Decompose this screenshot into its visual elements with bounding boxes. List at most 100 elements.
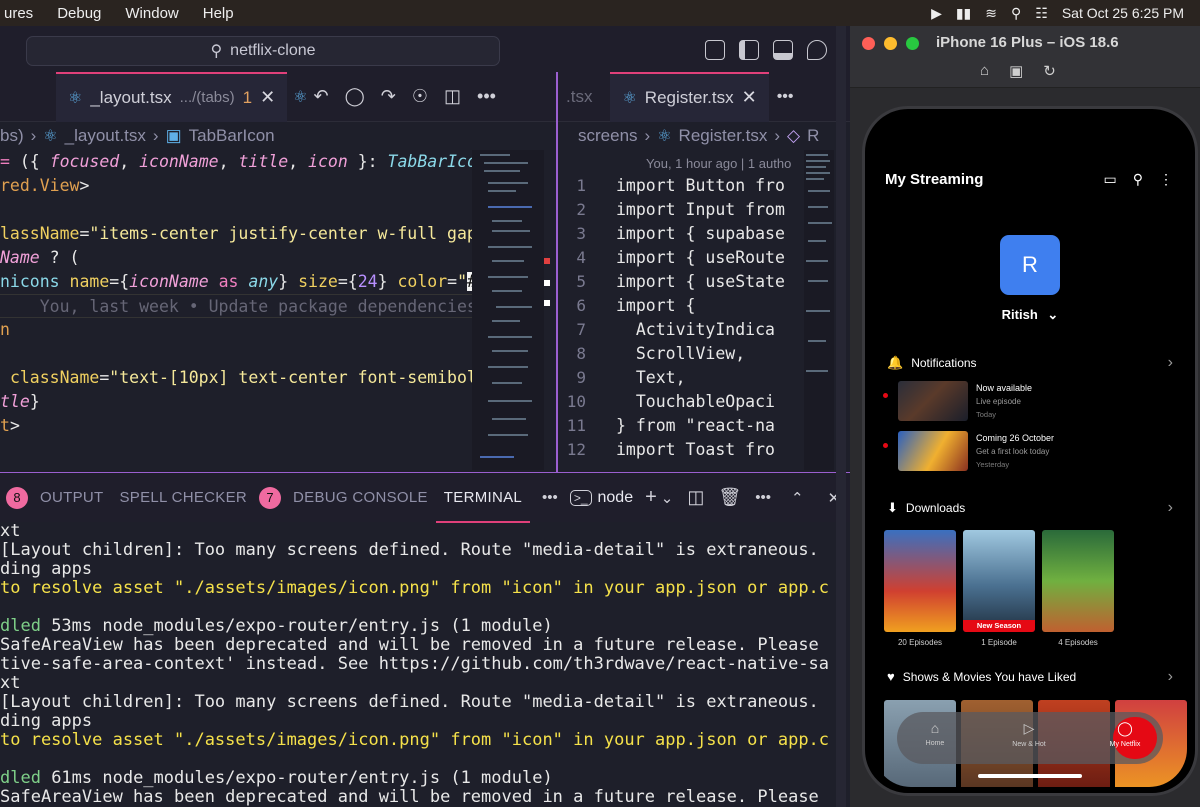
customize-layout-icon[interactable] xyxy=(705,40,725,60)
terminal-line: xt xyxy=(0,522,21,541)
chat-icon[interactable] xyxy=(807,40,827,60)
terminal-line: SafeAreaView has been deprecated and wil… xyxy=(0,635,830,655)
breadcrumb-file[interactable]: _layout.tsx xyxy=(65,126,146,146)
git-branch-icon[interactable]: ☉ xyxy=(412,86,428,107)
profile-icon: ◯ xyxy=(1117,720,1133,736)
wifi-icon[interactable]: ≋ xyxy=(985,5,997,22)
menu-window[interactable]: Window xyxy=(113,5,190,22)
tab-overflow[interactable]: .tsx xyxy=(558,72,600,122)
more-actions-icon[interactable]: ••• xyxy=(477,86,496,107)
play-icon[interactable]: ▶ xyxy=(931,5,942,22)
home-indicator xyxy=(978,774,1082,778)
menu-debug[interactable]: Debug xyxy=(45,5,113,22)
notification-subtitle: Live episode xyxy=(976,397,1021,406)
download-poster[interactable]: New Season xyxy=(963,530,1035,632)
more-icon[interactable]: ⋮ xyxy=(1159,171,1173,188)
tab-register-tsx[interactable]: ⚛ Register.tsx ✕ xyxy=(610,71,769,122)
minimize-window-button[interactable] xyxy=(884,37,897,50)
code-line: 2 import Input from xyxy=(558,198,804,222)
close-icon[interactable]: ✕ xyxy=(742,87,757,108)
go-forward-icon[interactable]: ↷ xyxy=(381,86,396,107)
menu-help[interactable]: Help xyxy=(191,5,246,22)
left-minimap[interactable] xyxy=(472,150,550,470)
close-window-button[interactable] xyxy=(862,37,875,50)
breadcrumb-folder[interactable]: screens xyxy=(578,126,638,146)
right-code-editor[interactable]: You, 1 hour ago | 1 autho 1 import Button… xyxy=(558,150,804,470)
breadcrumb-symbol[interactable]: R xyxy=(807,126,819,146)
more-actions-icon[interactable]: ••• xyxy=(542,489,558,506)
component-icon: ▣ xyxy=(165,126,182,145)
breadcrumb-folder[interactable]: bs) xyxy=(0,126,24,146)
section-label: Shows & Movies You have Liked xyxy=(902,669,1077,684)
notifications-row[interactable]: 🔔 Notifications › xyxy=(887,354,1177,371)
code-text: import { useRoute xyxy=(616,248,785,267)
code-text: import { supabase xyxy=(616,224,785,243)
battery-icon[interactable]: ▮▮ xyxy=(956,5,971,22)
problems-count-badge[interactable]: 8 xyxy=(6,486,28,509)
more-actions-icon[interactable]: ••• xyxy=(777,88,794,106)
profile-switcher[interactable]: Ritish ⌄ xyxy=(873,307,1187,323)
tab-new-hot[interactable]: ▷ New & Hot xyxy=(999,720,1059,748)
toggle-primary-sidebar-icon[interactable] xyxy=(739,40,759,60)
tab-overflow-label: .tsx xyxy=(566,86,593,106)
tab-label: New & Hot xyxy=(1012,741,1046,748)
trash-icon[interactable]: 🗑 xyxy=(718,487,741,508)
tab-output[interactable]: OUTPUT xyxy=(32,489,111,506)
download-poster[interactable] xyxy=(884,530,956,632)
right-minimap[interactable] xyxy=(804,150,834,470)
close-icon[interactable]: ✕ xyxy=(260,87,275,108)
profile-avatar[interactable]: R xyxy=(1000,235,1060,295)
download-poster[interactable] xyxy=(1042,530,1114,632)
tab-filename: Register.tsx xyxy=(644,87,734,107)
liked-row[interactable]: ♥ Shows & Movies You have Liked › xyxy=(887,668,1177,685)
notification-item[interactable]: Coming 26 October Get a first look today… xyxy=(883,431,1183,471)
terminal-scrollbar[interactable] xyxy=(836,26,846,807)
app-screen[interactable]: My Streaming ▭ ⚲ ⋮ R Ritish ⌄ 🔔 Notifica… xyxy=(873,117,1187,787)
code-line: 4 import { useRoute xyxy=(558,246,804,270)
downloads-row[interactable]: ⬇ Downloads › xyxy=(887,499,1177,516)
breadcrumb-symbol[interactable]: TabBarIcon xyxy=(189,126,275,146)
split-terminal-icon[interactable]: ◫ xyxy=(687,487,704,508)
notification-item[interactable]: Now available Live episode Today xyxy=(883,381,1183,421)
line-number: 5 xyxy=(576,272,586,291)
code-line: 9 Text, xyxy=(558,366,804,390)
terminal-output[interactable]: xt [Layout children]: Too many screens de… xyxy=(0,522,830,807)
control-center-icon[interactable]: ☷ xyxy=(1035,5,1048,22)
tab-terminal[interactable]: TERMINAL xyxy=(435,473,531,523)
code-line: className="text-[10px] text-center font-… xyxy=(9,368,472,387)
tab-my-netflix[interactable]: ◯ My Netflix xyxy=(1095,720,1155,748)
screenshot-icon[interactable]: ▣ xyxy=(1009,62,1023,80)
tab-debug-console[interactable]: DEBUG CONSOLE xyxy=(285,489,436,506)
tab-spell-checker[interactable]: SPELL CHECKER xyxy=(111,489,255,506)
react-file-icon: ⚛ xyxy=(68,89,83,107)
terminal-line: ding apps xyxy=(0,711,93,731)
breadcrumb-file[interactable]: Register.tsx xyxy=(679,126,768,146)
blame-inline: You, last week • Update package dependen… xyxy=(0,294,472,318)
command-center-search[interactable]: ⚲ netflix-clone xyxy=(26,36,500,66)
react-file-icon[interactable]: ⚛ xyxy=(293,87,307,107)
tab-home[interactable]: ⌂ Home xyxy=(905,720,965,747)
terminal-shell-label[interactable]: node xyxy=(598,489,634,507)
menu-features[interactable]: ures xyxy=(0,5,45,22)
left-code-editor[interactable]: = ({ focused, iconName, title, icon }: T… xyxy=(0,150,472,470)
maximize-panel-icon[interactable]: ⌃ xyxy=(791,489,804,507)
menubar-clock[interactable]: Sat Oct 25 6:25 PM xyxy=(1062,5,1184,21)
section-label: Downloads xyxy=(905,501,966,515)
zoom-window-button[interactable] xyxy=(906,37,919,50)
cast-icon[interactable]: ▭ xyxy=(1104,171,1117,188)
blame-header: You, 1 hour ago | 1 autho xyxy=(646,156,792,171)
home-icon[interactable]: ⌂ xyxy=(980,62,989,80)
chevron-down-icon[interactable]: ⌄ xyxy=(661,489,674,507)
go-back-icon[interactable]: ↶ xyxy=(314,86,329,107)
toggle-panel-icon[interactable] xyxy=(773,40,793,60)
spell-count-badge: 7 xyxy=(259,486,282,509)
rotate-icon[interactable]: ↻ xyxy=(1043,62,1056,80)
new-terminal-icon[interactable]: + xyxy=(645,486,657,509)
more-actions-icon[interactable]: ••• xyxy=(755,489,771,506)
search-icon[interactable]: ⚲ xyxy=(1011,5,1021,22)
split-editor-icon[interactable]: ◫ xyxy=(444,86,461,107)
timeline-icon[interactable]: ◯ xyxy=(345,86,365,107)
search-icon[interactable]: ⚲ xyxy=(1133,171,1143,188)
heart-icon: ♥ xyxy=(887,669,895,684)
tab-layout-tsx[interactable]: ⚛ _layout.tsx .../(tabs) 1 ✕ xyxy=(56,71,288,122)
